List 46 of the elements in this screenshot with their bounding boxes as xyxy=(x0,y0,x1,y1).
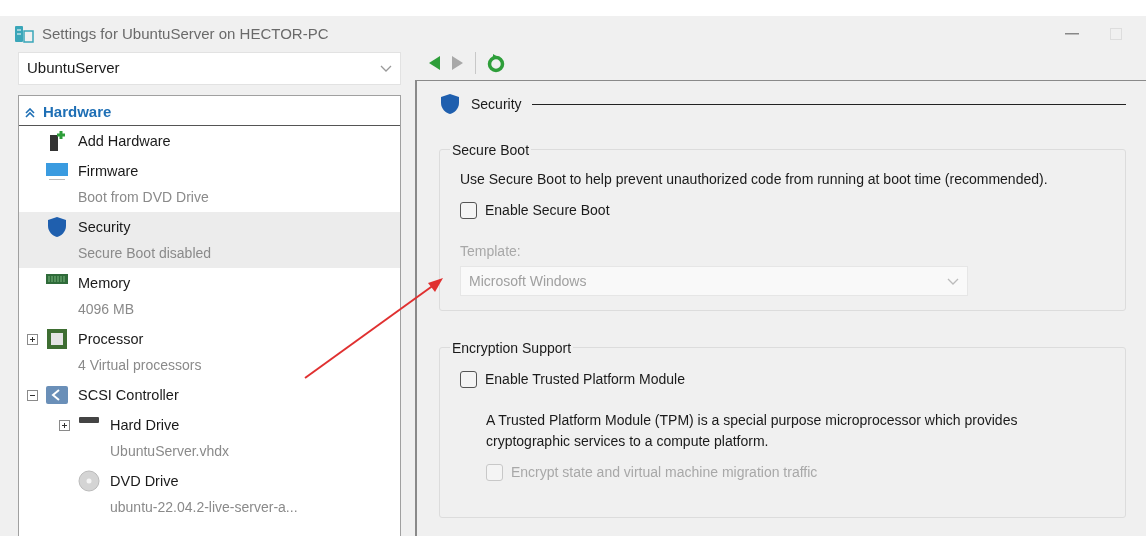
checkbox-label: Encrypt state and virtual machine migration traffic xyxy=(511,463,818,483)
hardware-category-header[interactable]: Hardware xyxy=(19,100,400,126)
item-label: SCSI Controller xyxy=(78,386,179,405)
tree-item[interactable]: DVD Drive ubuntu-22.04.2-live-server-a... xyxy=(19,466,400,522)
tree-item[interactable]: Processor 4 Virtual processors xyxy=(19,324,400,380)
tree-item[interactable]: SCSI Controller xyxy=(19,380,400,410)
expand-toggle[interactable] xyxy=(59,420,70,431)
item-label: Security xyxy=(78,218,132,237)
tree-item[interactable]: Memory 4096 MB xyxy=(19,268,400,324)
disc-icon xyxy=(76,468,102,492)
tree-item[interactable]: Security Secure Boot disabled xyxy=(19,212,400,268)
item-detail: 4 Virtual processors xyxy=(78,356,202,375)
chip-icon xyxy=(44,326,70,350)
item-label: Firmware xyxy=(78,162,140,181)
expand-toggle[interactable] xyxy=(27,334,38,345)
field-label: Template: xyxy=(460,242,522,262)
shield-icon xyxy=(439,93,461,116)
chevron-down-icon xyxy=(947,278,959,287)
item-label: Processor xyxy=(78,330,145,349)
tree-item[interactable]: Add Hardware xyxy=(19,126,400,156)
tree-item[interactable]: Hard Drive UbuntuServer.vhdx xyxy=(19,410,400,466)
window-title: Settings for UbuntuServer on HECTOR-PC xyxy=(42,23,329,44)
description-text: A Trusted Platform Module (TPM) is a special purpose microprocessor which provides cryptographic services to a compute platform. xyxy=(485,411,1019,452)
item-detail: Boot from DVD Drive xyxy=(78,188,209,207)
minimize-icon xyxy=(1065,33,1079,35)
refresh-button[interactable] xyxy=(486,53,506,73)
back-button[interactable] xyxy=(427,55,441,71)
checkbox-label: Enable Trusted Platform Module xyxy=(485,370,685,390)
item-detail: 4096 MB xyxy=(78,300,135,319)
settings-icon xyxy=(14,25,34,43)
checkbox-label: Enable Secure Boot xyxy=(485,201,610,221)
item-detail: Secure Boot disabled xyxy=(78,244,212,263)
collapse-toggle[interactable] xyxy=(27,390,38,401)
item-detail: UbuntuServer.vhdx xyxy=(110,442,230,461)
tree-item[interactable]: Firmware Boot from DVD Drive xyxy=(19,156,400,212)
item-label: Add Hardware xyxy=(78,132,171,151)
chevron-down-icon xyxy=(380,64,392,73)
item-label: DVD Drive xyxy=(110,472,180,491)
section-title: Security xyxy=(471,94,522,114)
item-label: Memory xyxy=(78,274,132,293)
vm-dropdown[interactable]: UbuntuServer xyxy=(18,52,401,85)
checkbox[interactable] xyxy=(460,371,477,389)
item-detail: ubuntu-22.04.2-live-server-a... xyxy=(110,498,298,517)
description-text: Use Secure Boot to help prevent unauthorized code from running at boot time (recommended). xyxy=(460,170,1049,190)
item-label: Hard Drive xyxy=(110,416,181,435)
checkbox[interactable] xyxy=(460,202,477,220)
